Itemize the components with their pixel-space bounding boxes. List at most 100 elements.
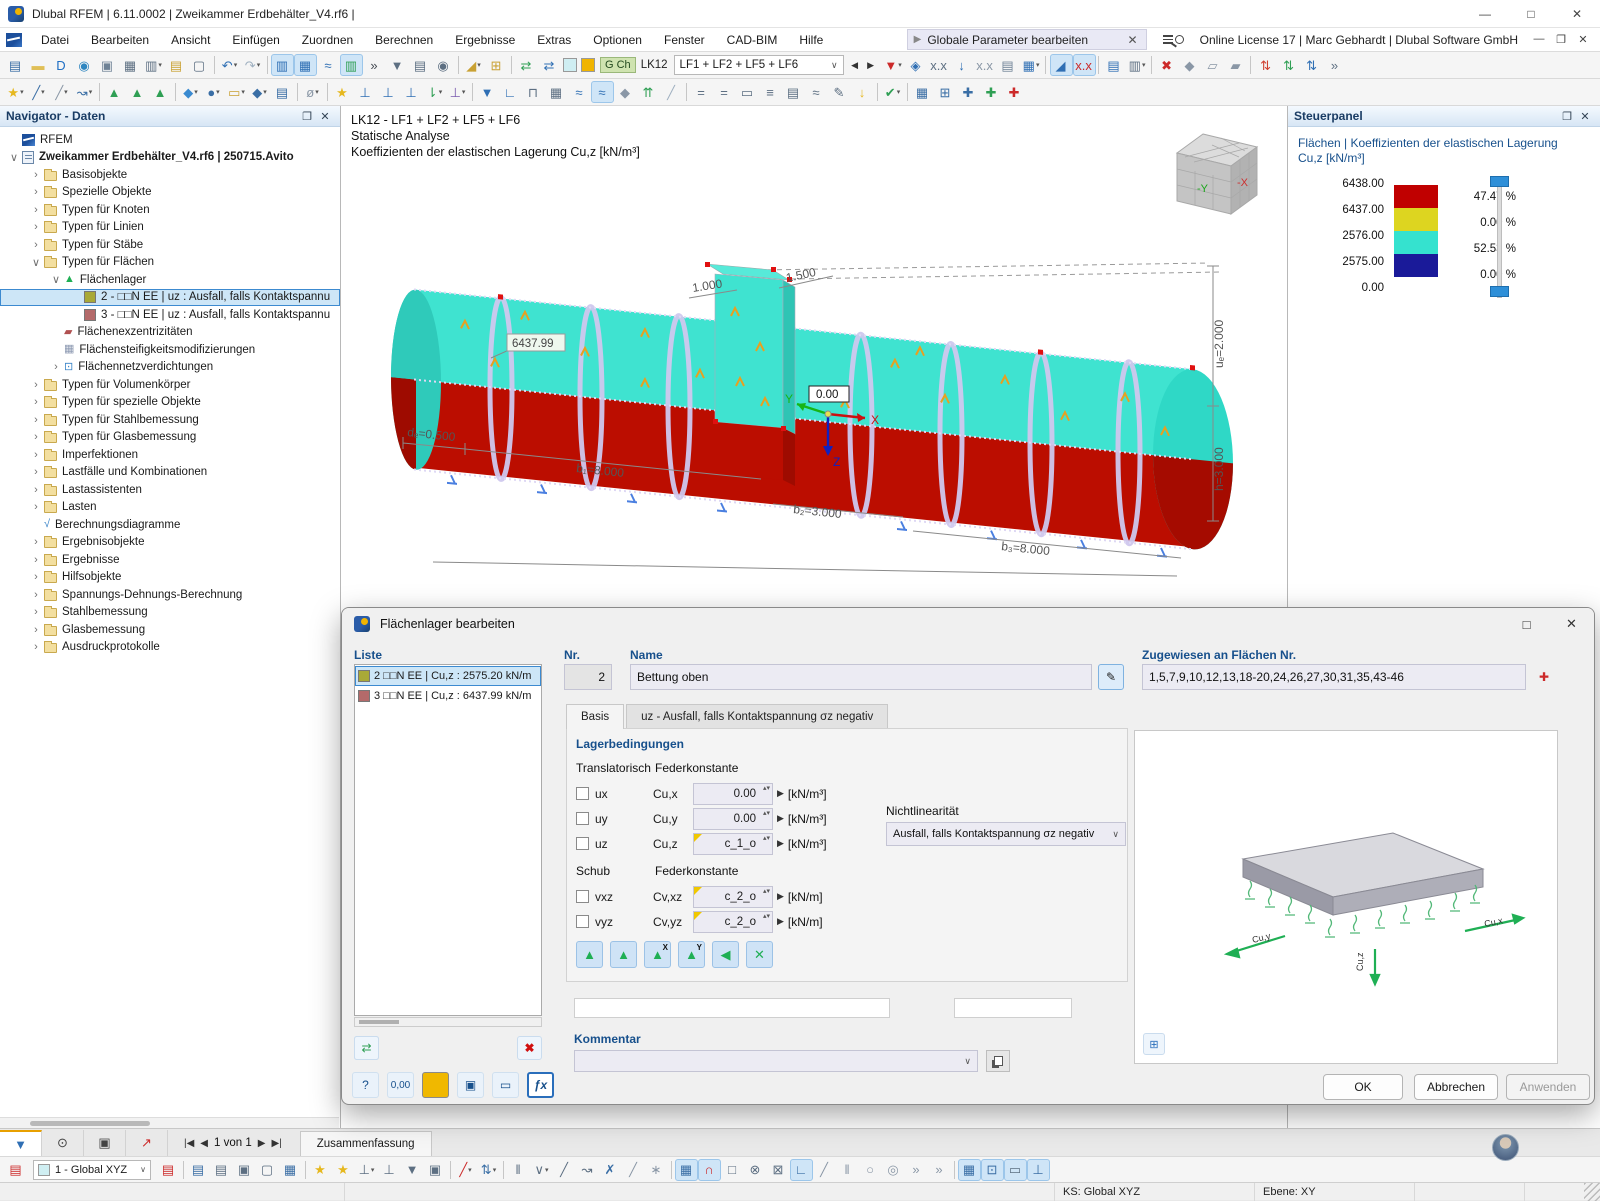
toolbar-icon[interactable]: ▲ [103,81,126,103]
toolbar-icon[interactable]: ▼ ▾ [882,54,905,76]
toolbar-icon[interactable]: ⊥ [377,81,400,103]
expander-icon[interactable]: › [28,379,44,391]
toolbar-icon[interactable]: ≈ [591,81,614,103]
panel-close-icon[interactable]: ✕ [1576,110,1594,123]
toolbar-icon[interactable]: ✚ [1003,81,1026,103]
formula-button[interactable]: ƒx [527,1072,554,1098]
toolbar-icon[interactable]: ● ▾ [202,81,225,103]
menu-item[interactable]: Ansicht [160,28,221,52]
support-preset-button[interactable]: ◀ [712,941,739,968]
toolbar-icon[interactable]: ▼ [386,54,409,76]
toolbar-icon[interactable]: ◆ [1179,54,1202,76]
toolbar-icon[interactable]: ◢ ▾ [462,54,485,76]
cancel-button[interactable]: Abbrechen [1414,1074,1498,1100]
nonlinearity-dropdown[interactable]: Ausfall, falls Kontaktspannung σz negati… [886,822,1126,846]
toolbar-icon[interactable]: ⊥ [1027,1158,1050,1181]
menu-item[interactable]: Datei [30,28,80,52]
menu-item[interactable]: Hilfe [788,28,834,52]
expander-icon[interactable]: › [28,606,44,618]
support-preset-button[interactable]: ✕ [746,941,773,968]
tree-item[interactable]: › Typen für Glasbemessung [0,429,340,447]
toolbar-icon[interactable] [1096,54,1103,76]
toolbar-icon[interactable] [1043,54,1050,76]
toolbar-icon[interactable]: ▭ [736,81,759,103]
tree-item[interactable]: › Lastfälle und Kombinationen [0,464,340,482]
expander-icon[interactable]: › [28,204,44,216]
detail-arrow-icon[interactable]: ▶ [777,788,784,799]
checkbox[interactable] [576,890,589,903]
toolbar-icon[interactable]: ◉ [432,54,455,76]
toolbar-icon[interactable]: ▤ [210,1159,233,1181]
expander-icon[interactable]: › [28,641,44,653]
clear-search-icon[interactable]: ✕ [1126,33,1140,47]
list-scrollbar[interactable] [354,1017,542,1027]
toolbar-icon[interactable]: ▤ [4,54,27,76]
tree-item[interactable]: › Typen für Stahlbemessung [0,411,340,429]
toolbar-icon[interactable]: ▥ [340,54,363,76]
doc-close-icon[interactable]: ✕ [1572,33,1594,46]
maximize-icon[interactable]: □ [1508,0,1554,28]
copy-comment-button[interactable] [986,1050,1010,1072]
model-scene[interactable]: X Y Z 6437.99 0.00 1.000 1.500 dₑ=0.500 … [341,106,1287,608]
toolbar-icon[interactable]: □ [721,1159,744,1181]
tree-item[interactable]: › Typen für spezielle Objekte [0,394,340,412]
toolbar-icon[interactable]: » [928,1159,951,1181]
comment-combobox[interactable]: ∨ [574,1050,978,1072]
tree-item[interactable]: ▰ Flächenexzentrizitäten [0,324,340,342]
toolbar-icon[interactable] [180,1159,187,1181]
checkbox[interactable] [576,787,589,800]
toolbar-icon[interactable]: ≈ [317,54,340,76]
toolbar-icon[interactable]: ▥ ▾ [1126,54,1149,76]
navigator-mode-tab[interactable]: ▼ [0,1130,42,1156]
toolbar-icon[interactable]: ╱ [622,1159,645,1181]
toolbar-icon[interactable]: ▣ [233,1159,256,1181]
toolbar-icon[interactable]: ▰ [1225,54,1248,76]
toolbar-icon[interactable] [264,54,271,76]
panel-float-icon[interactable]: ❐ [1558,110,1576,123]
tree-item[interactable]: › Imperfektionen [0,446,340,464]
tree-item[interactable]: › Hilfsobjekte [0,569,340,587]
toolbar-icon[interactable]: ‖ [836,1159,859,1181]
doc-minimize-icon[interactable]: — [1528,33,1550,46]
delete-entry-button[interactable]: ✖ [517,1036,542,1060]
toolbar-icon[interactable]: ✚ [957,81,980,103]
toolbar-icon[interactable]: ★ [309,1159,332,1181]
dialog-maximize-icon[interactable]: □ [1504,608,1549,640]
expander-icon[interactable]: › [28,589,44,601]
toolbar-icon[interactable]: ▲ [149,81,172,103]
expander-icon[interactable]: › [48,361,64,373]
menu-item[interactable]: Berechnen [364,28,444,52]
toolbar-icon[interactable]: ⇂ ▾ [423,81,446,103]
toolbar-icon[interactable]: ✗ [599,1159,622,1181]
toolbar-icon[interactable]: ø ▾ [301,81,324,103]
navigation-cube[interactable]: -Y -X [1175,133,1259,215]
support-list[interactable]: 2 □□N EE | Cu,z : 2575.20 kN/m 3 □□N EE … [354,664,542,1016]
display-color-swatch-2[interactable] [581,58,595,72]
expander-icon[interactable]: › [28,169,44,181]
load-case-combobox[interactable]: LF1 + LF2 + LF5 + LF6 ∨ [673,55,844,75]
expander-icon[interactable]: › [28,414,44,426]
coordinate-system-combobox[interactable]: 1 - Global XYZ ∨ [33,1159,151,1180]
toolbar-icon[interactable]: ⊠ [767,1159,790,1181]
expander-icon[interactable]: › [28,484,44,496]
expander-icon[interactable]: › [28,624,44,636]
toolbar-icon[interactable]: ╱ [660,81,683,103]
toolbar-icon[interactable]: ∩ [698,1158,721,1181]
toolbar-icon[interactable]: ↝ ▾ [73,81,96,103]
units-button[interactable]: 0,00 [387,1072,414,1098]
toolbar-icon[interactable]: ⊗ [744,1159,767,1181]
toolbar-icon[interactable]: ▼ [401,1159,424,1181]
detail-arrow-icon[interactable]: ▶ [777,813,784,824]
navigator-mode-tab[interactable]: ↗ [126,1130,168,1156]
toolbar-icon[interactable] [951,1159,958,1181]
toolbar-icon[interactable]: » [905,1159,928,1181]
help-button[interactable]: ? [352,1072,379,1098]
toolbar-icon[interactable]: ✎ [828,81,851,103]
tree-item[interactable]: › Typen für Knoten [0,201,340,219]
tab-basis[interactable]: Basis [566,704,625,729]
toolbar-icon[interactable]: ∨ ▾ [530,1159,553,1181]
detail-arrow-icon[interactable]: ▶ [777,916,784,927]
toolbar-icon[interactable]: ↷ ▾ [241,54,264,76]
doc-restore-icon[interactable]: ❐ [1550,33,1572,46]
tree-item[interactable]: 3 - □□N EE | uz : Ausfall, falls Kontakt… [0,306,340,324]
